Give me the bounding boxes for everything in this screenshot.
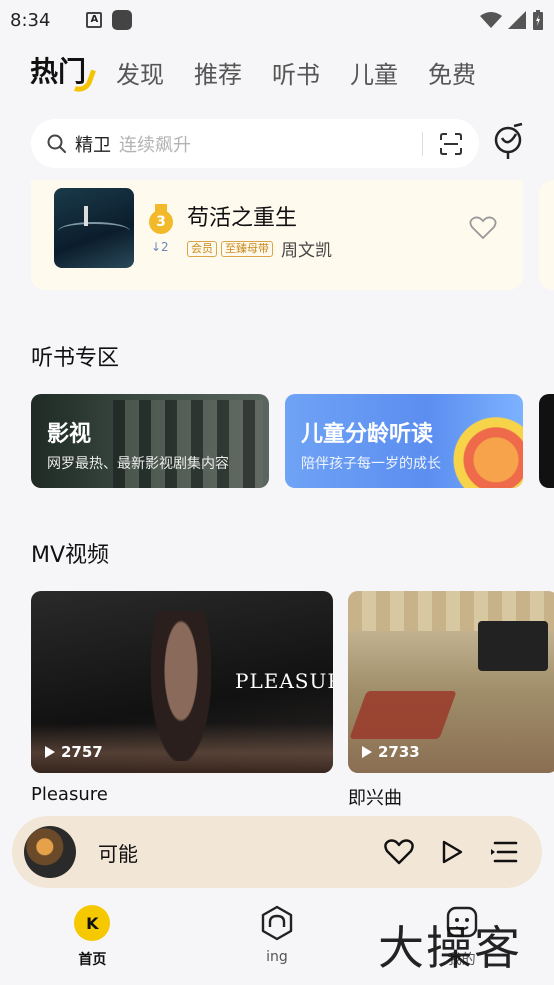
- player-controls: [384, 839, 518, 865]
- ranked-song-item[interactable]: 3 ↓2 苟活之重生 会员 至臻母带 周文凯: [31, 180, 523, 290]
- app-notification-icon: [112, 10, 133, 30]
- section-title-audiobooks: 听书专区: [31, 346, 120, 371]
- artist-name: 周文凯: [281, 241, 332, 261]
- audiobook-card-peek[interactable]: [539, 394, 554, 488]
- tab-free[interactable]: 免费: [428, 55, 476, 100]
- album-cover: [54, 188, 134, 268]
- tab-audiobooks[interactable]: 听书: [272, 55, 320, 100]
- tab-label: 发现: [116, 61, 165, 89]
- mv-title[interactable]: 即兴曲: [348, 784, 402, 810]
- tag-master: 至臻母带: [221, 240, 273, 257]
- song-tags: 会员 至臻母带 周文凯: [187, 236, 332, 261]
- heart-icon[interactable]: [384, 839, 414, 865]
- card-title: 影视: [47, 422, 92, 447]
- tab-label: 免费: [428, 61, 477, 89]
- tab-discover[interactable]: 发现: [116, 55, 164, 100]
- playlist-icon[interactable]: [490, 840, 518, 864]
- tab-label: 儿童: [350, 61, 399, 89]
- play-icon: [362, 746, 372, 758]
- watermark: 大操客: [378, 921, 522, 975]
- search-icon: [47, 134, 66, 153]
- home-icon: K: [74, 905, 111, 941]
- tab-hot[interactable]: 热门: [30, 50, 97, 100]
- card-illustration: [433, 394, 523, 488]
- play-icon: [45, 746, 55, 758]
- mv-card[interactable]: PLEASURE 2757: [31, 591, 333, 773]
- tag-vip: 会员: [187, 240, 217, 257]
- play-count: 2757: [45, 743, 103, 761]
- sing-mic-icon[interactable]: [488, 122, 528, 162]
- signal-icon: [508, 11, 526, 29]
- tab-kids[interactable]: 儿童: [350, 55, 398, 100]
- search-hint: 连续飙升: [119, 134, 191, 156]
- mini-player[interactable]: 可能: [12, 816, 542, 888]
- mv-rug: [349, 691, 457, 739]
- search-query: 精卫: [75, 134, 111, 156]
- section-title-mv: MV视频: [31, 543, 110, 568]
- cover-wave: [58, 222, 130, 240]
- status-time: 8:34: [10, 9, 51, 31]
- now-playing-cover: [24, 826, 76, 878]
- cover-figure: [84, 206, 88, 226]
- medal-ribbon: [155, 204, 167, 212]
- heart-icon[interactable]: [469, 216, 497, 240]
- next-ranked-item-peek[interactable]: [539, 180, 554, 290]
- play-icon[interactable]: [440, 839, 464, 865]
- mv-card[interactable]: 2733: [348, 591, 554, 773]
- mv-title[interactable]: Pleasure: [31, 784, 108, 805]
- audiobook-card-kids[interactable]: 儿童分龄听读 陪伴孩子每一岁的成长: [285, 394, 523, 488]
- nav-ing[interactable]: ing: [185, 895, 370, 985]
- headphones-icon: [261, 905, 293, 941]
- nav-home[interactable]: K 首页: [0, 895, 185, 985]
- now-playing-title: 可能: [98, 841, 138, 866]
- song-title: 苟活之重生: [187, 206, 298, 231]
- scan-icon[interactable]: [439, 132, 463, 155]
- card-subtitle: 陪伴孩子每一岁的成长: [301, 456, 441, 472]
- wifi-icon: [480, 12, 502, 28]
- card-subtitle: 网罗最热、最新影视剧集内容: [47, 456, 229, 472]
- mv-piano: [478, 621, 548, 671]
- mv-logo: PLEASURE: [235, 669, 333, 693]
- rank-badge: 3: [149, 204, 173, 236]
- nav-label: ing: [266, 949, 288, 965]
- status-bar: 8:34 A: [0, 0, 554, 40]
- rank-number: 3: [149, 210, 173, 234]
- tab-label: 推荐: [194, 61, 243, 89]
- battery-icon: [533, 10, 543, 30]
- play-count: 2733: [362, 743, 420, 761]
- tab-recommend[interactable]: 推荐: [194, 55, 242, 100]
- card-title: 儿童分龄听读: [301, 422, 434, 447]
- category-tabs: 热门 发现 推荐 听书 儿童 免费: [0, 50, 554, 100]
- mv-dancer: [151, 611, 211, 761]
- rank-change: ↓2: [151, 240, 169, 254]
- play-count-value: 2757: [61, 743, 103, 761]
- nav-label: 首页: [78, 952, 107, 968]
- search-divider: [422, 131, 423, 156]
- status-right-icons: [480, 10, 544, 30]
- play-count-value: 2733: [378, 743, 420, 761]
- notification-a-icon: A: [86, 12, 103, 28]
- audiobook-card-tv[interactable]: 影视 网罗最热、最新影视剧集内容: [31, 394, 269, 488]
- card-illustration: [113, 400, 263, 488]
- tab-label: 听书: [272, 61, 321, 89]
- search-input[interactable]: 精卫 连续飙升: [31, 119, 479, 168]
